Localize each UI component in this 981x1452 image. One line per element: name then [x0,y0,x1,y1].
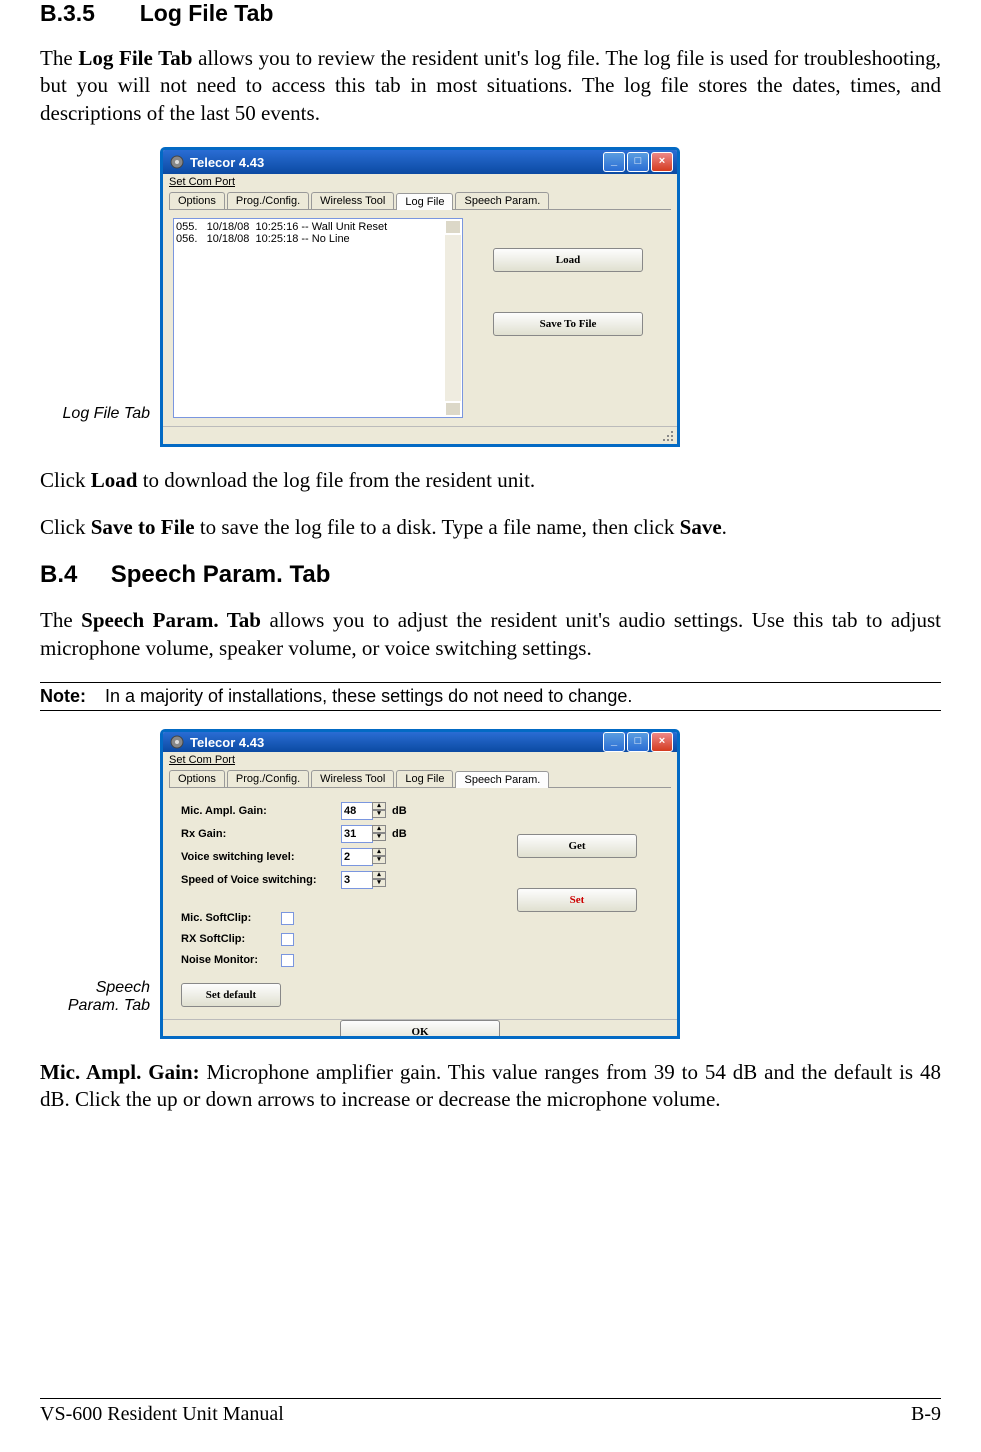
log-entry-055: 055. 10/18/08 10:25:16 -- Wall Unit Rese… [176,221,460,233]
menu-set-com-port[interactable]: Set Com Port [169,754,235,766]
mic-gain-unit: dB [392,805,407,817]
log-panel: 055. 10/18/08 10:25:16 -- Wall Unit Rese… [163,210,677,426]
figure-log-file-tab: Log File Tab Telecor 4.43 _ □ × Set Com … [40,147,941,447]
voice-switch-level-spinner[interactable]: ▴▾ [372,848,386,866]
load-button[interactable]: Load [493,248,643,272]
heading-title: Speech Param. Tab [111,561,331,588]
close-button[interactable]: × [651,732,673,752]
scroll-up-icon[interactable] [445,220,461,234]
checkbox-noise-monitor[interactable] [281,954,294,967]
label-mic-gain: Mic. Ampl. Gain: [181,805,341,817]
figure-speech-param-tab: Speech Param. Tab Telecor 4.43 _ □ × Set… [40,729,941,1039]
row-mic-gain: Mic. Ampl. Gain: 48 ▴▾ dB [181,800,659,822]
log-button-column: Load Save To File [463,218,643,418]
figure-caption: Speech Param. Tab [40,979,160,1039]
titlebar: Telecor 4.43 _ □ × [163,732,677,752]
label-mic-softclip: Mic. SoftClip: [181,912,281,924]
footer-manual-title: VS-600 Resident Unit Manual [40,1403,284,1426]
ok-bar: OK [163,1019,677,1039]
tab-speech-param[interactable]: Speech Param. [455,771,549,788]
label-rx-gain: Rx Gain: [181,828,341,840]
paragraph-mic-ampl-gain: Mic. Ampl. Gain: Microphone amplifier ga… [40,1059,941,1114]
close-button[interactable]: × [651,152,673,172]
tab-log-file[interactable]: Log File [396,193,453,210]
tab-options[interactable]: Options [169,770,225,787]
paragraph-speech-intro: The Speech Param. Tab allows you to adju… [40,607,941,662]
scrollbar-track[interactable] [445,235,461,401]
note-box: Note: In a majority of installations, th… [40,682,941,711]
heading-number: B.3.5 [40,0,95,26]
tab-options[interactable]: Options [169,192,225,209]
heading-b4: B.4 Speech Param. Tab [40,561,941,589]
scroll-down-icon[interactable] [445,402,461,416]
tab-wireless-tool[interactable]: Wireless Tool [311,192,394,209]
tab-wireless-tool[interactable]: Wireless Tool [311,770,394,787]
figure-caption: Log File Tab [40,405,160,447]
voice-switch-speed-spinner[interactable]: ▴▾ [372,871,386,889]
label-voice-switch-speed: Speed of Voice switching: [181,874,341,886]
footer-page-number: B-9 [911,1403,941,1426]
maximize-button[interactable]: □ [627,152,649,172]
log-entry-056: 056. 10/18/08 10:25:18 -- No Line [176,233,460,245]
minimize-button[interactable]: _ [603,732,625,752]
app-icon [169,734,185,750]
log-listbox[interactable]: 055. 10/18/08 10:25:16 -- Wall Unit Rese… [173,218,463,418]
mic-gain-value[interactable]: 48 [341,802,373,820]
row-rx-softclip: RX SoftClip: [181,929,659,949]
tab-prog-config[interactable]: Prog./Config. [227,192,309,209]
app-window-speech: Telecor 4.43 _ □ × Set Com Port Options … [160,729,680,1039]
app-icon [169,154,185,170]
voice-switch-speed-value[interactable]: 3 [341,871,373,889]
get-button[interactable]: Get [517,834,637,858]
paragraph-logfile-intro: The Log File Tab allows you to review th… [40,45,941,127]
checkbox-rx-softclip[interactable] [281,933,294,946]
label-noise-monitor: Noise Monitor: [181,954,281,966]
tab-log-file[interactable]: Log File [396,770,453,787]
mic-gain-spinner[interactable]: ▴▾ [372,802,386,820]
note-label: Note: [40,686,86,706]
set-button[interactable]: Set [517,888,637,912]
speech-panel: Mic. Ampl. Gain: 48 ▴▾ dB Rx Gain: 31 ▴▾… [163,788,677,1019]
minimize-button[interactable]: _ [603,152,625,172]
maximize-button[interactable]: □ [627,732,649,752]
window-title: Telecor 4.43 [190,735,601,750]
heading-number: B.4 [40,561,77,588]
ok-button[interactable]: OK [340,1020,500,1039]
app-window-log: Telecor 4.43 _ □ × Set Com Port Options … [160,147,680,447]
statusbar [163,426,677,444]
menubar: Set Com Port [163,174,677,190]
label-rx-softclip: RX SoftClip: [181,933,281,945]
rx-gain-spinner[interactable]: ▴▾ [372,825,386,843]
titlebar: Telecor 4.43 _ □ × [163,150,677,174]
resize-grip-icon[interactable] [661,429,675,443]
menubar: Set Com Port [163,752,677,768]
row-noise-monitor: Noise Monitor: [181,950,659,970]
paragraph-click-save: Click Save to File to save the log file … [40,514,941,541]
tabbar: Options Prog./Config. Wireless Tool Log … [163,190,677,209]
rx-gain-value[interactable]: 31 [341,825,373,843]
tab-prog-config[interactable]: Prog./Config. [227,770,309,787]
set-default-button[interactable]: Set default [181,983,281,1007]
rx-gain-unit: dB [392,828,407,840]
page-footer: VS-600 Resident Unit Manual B-9 [40,1398,941,1426]
voice-switch-level-value[interactable]: 2 [341,848,373,866]
paragraph-click-load: Click Load to download the log file from… [40,467,941,494]
save-to-file-button[interactable]: Save To File [493,312,643,336]
note-text: In a majority of installations, these se… [105,686,632,706]
menu-set-com-port[interactable]: Set Com Port [169,176,235,188]
heading-title: Log File Tab [140,0,274,26]
tab-speech-param[interactable]: Speech Param. [455,192,549,209]
checkbox-mic-softclip[interactable] [281,912,294,925]
heading-b35: B.3.5 Log File Tab [40,0,941,27]
window-title: Telecor 4.43 [190,155,601,170]
tabbar: Options Prog./Config. Wireless Tool Log … [163,768,677,787]
label-voice-switch-level: Voice switching level: [181,851,341,863]
